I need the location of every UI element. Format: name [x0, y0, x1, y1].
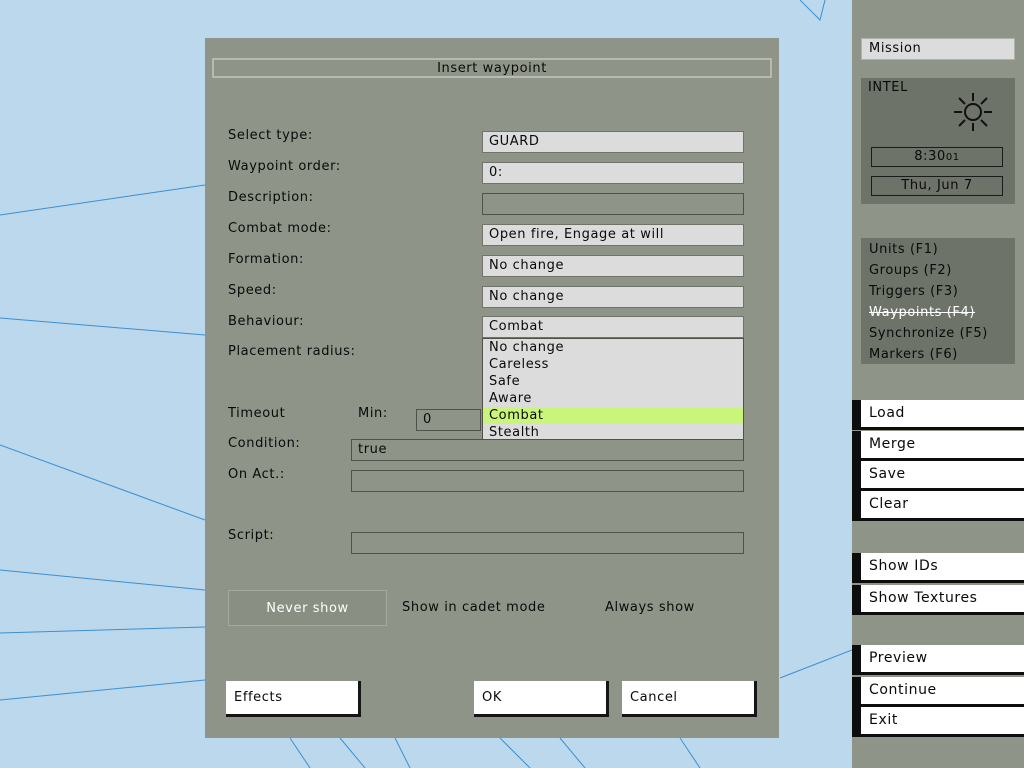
- timeout-min-label: Min:: [358, 406, 388, 421]
- waypoint-order-label: Waypoint order:: [228, 159, 341, 174]
- time-value: 8:30: [914, 149, 946, 164]
- load-button[interactable]: Load: [852, 400, 1024, 430]
- mode-groups[interactable]: Groups (F2): [861, 261, 1015, 282]
- mission-button[interactable]: Mission: [861, 38, 1015, 60]
- formation-select[interactable]: No change: [482, 255, 744, 277]
- mode-markers[interactable]: Markers (F6): [861, 345, 1015, 366]
- behaviour-option-selected[interactable]: Combat: [483, 407, 743, 424]
- show-ids-button[interactable]: Show IDs: [852, 553, 1024, 583]
- type-select[interactable]: GUARD: [482, 131, 744, 153]
- mode-synchronize[interactable]: Synchronize (F5): [861, 324, 1015, 345]
- ok-button[interactable]: OK: [474, 681, 609, 717]
- on-act-input[interactable]: [351, 470, 744, 492]
- mode-units[interactable]: Units (F1): [861, 240, 1015, 261]
- timeout-min-input[interactable]: 0: [416, 409, 481, 431]
- clear-button[interactable]: Clear: [852, 491, 1024, 521]
- behaviour-option[interactable]: Careless: [483, 356, 743, 373]
- speed-label: Speed:: [228, 283, 277, 298]
- always-show-option[interactable]: Always show: [605, 590, 695, 626]
- preview-button[interactable]: Preview: [852, 645, 1024, 675]
- editor-side-panel: Mission INTEL 8:3001 Thu, Jun 7 Units (F…: [852, 0, 1024, 768]
- condition-input[interactable]: true: [351, 439, 744, 461]
- behaviour-option[interactable]: Safe: [483, 373, 743, 390]
- behaviour-option[interactable]: Aware: [483, 390, 743, 407]
- intel-label: INTEL: [868, 80, 908, 95]
- formation-label: Formation:: [228, 252, 304, 267]
- continue-button[interactable]: Continue: [852, 677, 1024, 707]
- intel-box[interactable]: INTEL 8:3001 Thu, Jun 7: [861, 78, 1015, 204]
- time-seconds: 01: [945, 152, 960, 163]
- behaviour-option[interactable]: Stealth: [483, 424, 743, 441]
- editor-mode-list: Units (F1) Groups (F2) Triggers (F3) Way…: [861, 238, 1015, 364]
- combat-mode-select[interactable]: Open fire, Engage at will: [482, 224, 744, 246]
- speed-select[interactable]: No change: [482, 286, 744, 308]
- description-input[interactable]: [482, 193, 744, 215]
- insert-waypoint-dialog: Insert waypoint Select type: GUARD Waypo…: [205, 38, 779, 738]
- description-label: Description:: [228, 190, 314, 205]
- script-label: Script:: [228, 528, 275, 543]
- show-in-cadet-option[interactable]: Show in cadet mode: [402, 590, 545, 626]
- mode-waypoints[interactable]: Waypoints (F4): [861, 303, 1015, 324]
- behaviour-select[interactable]: Combat: [482, 316, 744, 338]
- mode-triggers[interactable]: Triggers (F3): [861, 282, 1015, 303]
- waypoint-order-select[interactable]: 0:: [482, 162, 744, 184]
- exit-button[interactable]: Exit: [852, 707, 1024, 737]
- never-show-option[interactable]: Never show: [228, 590, 387, 626]
- condition-label: Condition:: [228, 436, 301, 451]
- merge-button[interactable]: Merge: [852, 431, 1024, 461]
- effects-button[interactable]: Effects: [226, 681, 361, 717]
- save-button[interactable]: Save: [852, 461, 1024, 491]
- cancel-button[interactable]: Cancel: [622, 681, 757, 717]
- behaviour-label: Behaviour:: [228, 314, 305, 329]
- script-input[interactable]: [351, 532, 744, 554]
- time-display: 8:3001: [871, 147, 1003, 167]
- behaviour-option[interactable]: No change: [483, 339, 743, 356]
- combat-mode-label: Combat mode:: [228, 221, 332, 236]
- show-textures-button[interactable]: Show Textures: [852, 585, 1024, 615]
- timeout-label: Timeout: [228, 406, 286, 421]
- placement-radius-label: Placement radius:: [228, 344, 356, 359]
- sun-icon: [954, 93, 992, 131]
- date-display: Thu, Jun 7: [871, 176, 1003, 196]
- select-type-label: Select type:: [228, 128, 313, 143]
- dialog-title: Insert waypoint: [212, 58, 772, 78]
- on-act-label: On Act.:: [228, 467, 285, 482]
- behaviour-dropdown-list[interactable]: No change Careless Safe Aware Combat Ste…: [482, 338, 744, 440]
